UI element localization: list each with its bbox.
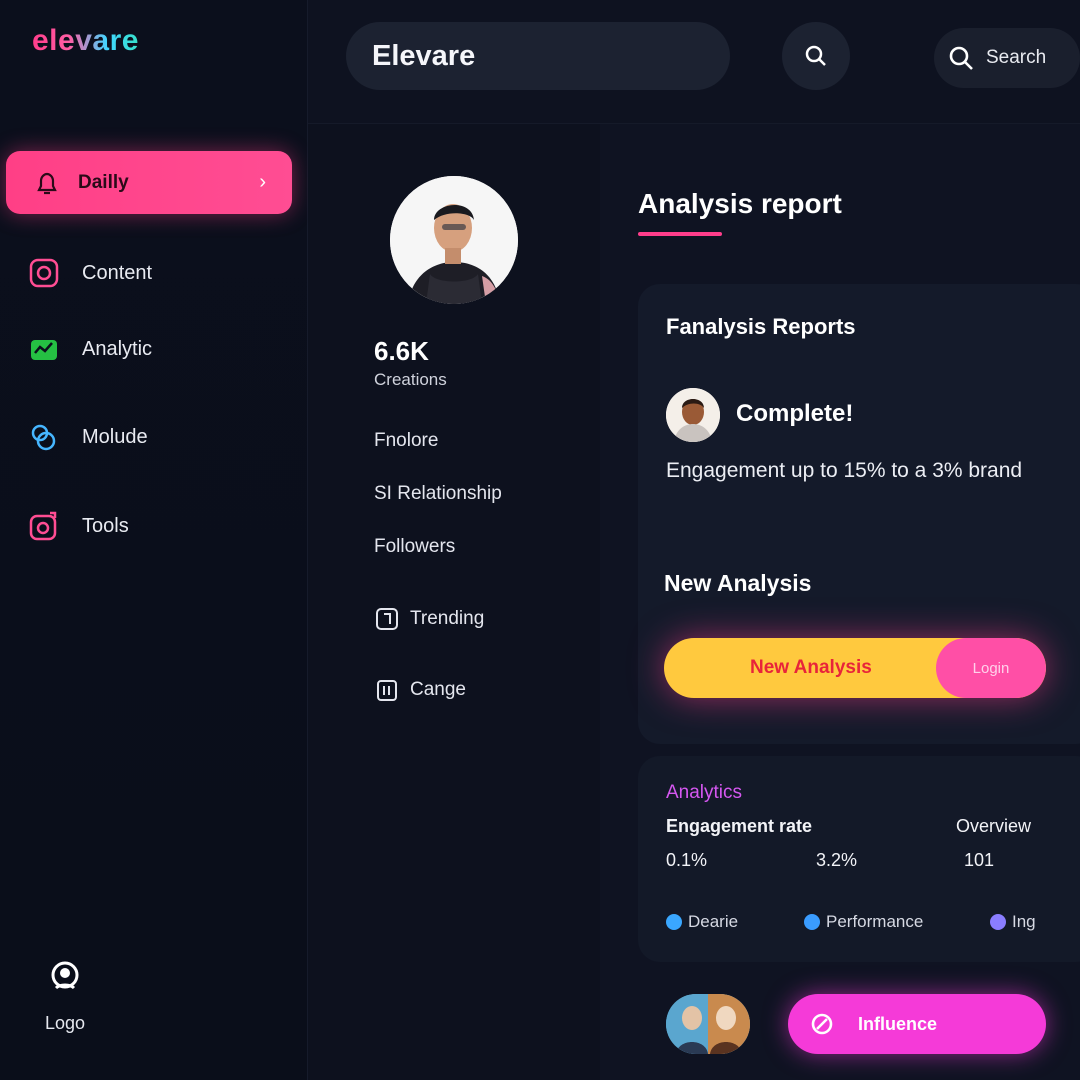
sidebar-item-content[interactable]: Content	[28, 253, 288, 293]
profile-link-trending[interactable]: Trending	[374, 606, 484, 632]
overview-header: Overview	[956, 816, 1032, 836]
chevron-right-icon: ›	[259, 171, 266, 193]
tools-icon	[28, 510, 60, 542]
search-button[interactable]	[782, 22, 850, 90]
report-card-title: Fanalysis Reports	[666, 314, 856, 339]
legend-item-2: Performance	[804, 912, 923, 932]
new-analysis-heading: New Analysis	[664, 570, 812, 596]
second-metric-value: 3.2%	[816, 850, 858, 870]
group-avatar[interactable]	[666, 994, 750, 1054]
search-menu-label: Search	[986, 47, 1047, 68]
engagement-rate-header: Engagement rate	[666, 816, 813, 836]
engagement-rate-value: 0.1%	[666, 850, 708, 870]
legend-item-3: Ing	[990, 912, 1036, 932]
document-icon	[374, 606, 400, 632]
clipboard-icon	[374, 677, 400, 703]
search-input[interactable]: Elevare	[346, 22, 730, 90]
influence-button[interactable]: Influence	[788, 994, 1046, 1054]
title-underline	[638, 232, 722, 236]
legend-dot	[666, 914, 682, 930]
sidebar-footer[interactable]: Logo	[30, 960, 100, 1034]
avatar[interactable]	[390, 176, 518, 304]
user-circle-icon	[48, 960, 82, 994]
module-icon	[28, 421, 60, 453]
main-content: Analysis report Fanalysis Reports Comple…	[600, 124, 1080, 1080]
complete-status: Complete!	[736, 400, 854, 427]
sidebar-item-label: Content	[82, 261, 153, 284]
sidebar-item-label: Dailly	[78, 171, 129, 193]
legend-item-1: Dearie	[666, 912, 738, 932]
legend-dot	[804, 914, 820, 930]
report-card: Fanalysis Reports Complete! Engagement u…	[638, 284, 1080, 744]
top-bar: Elevare Search	[308, 0, 1080, 124]
profile-link-label: Trending	[410, 608, 485, 629]
page-title: Analysis report	[638, 188, 842, 219]
report-description: Engagement up to 15% to a 3% brand	[666, 459, 1023, 482]
analytics-icon	[28, 333, 60, 365]
search-icon	[946, 43, 976, 73]
profile-link-2[interactable]: SI Relationship	[374, 483, 502, 505]
overview-value: 101	[964, 850, 995, 870]
stat-label: Creations	[374, 370, 447, 389]
content-icon	[28, 257, 60, 289]
new-analysis-button-label: New Analysis	[750, 657, 872, 678]
analytics-card: Analytics Engagement rate Overview 0.1% …	[638, 756, 1080, 962]
sidebar-item-label: Molude	[82, 425, 148, 448]
sidebar-footer-label: Logo	[44, 1013, 86, 1033]
profile-link-1[interactable]: Fnolore	[374, 430, 438, 452]
analytics-heading: Analytics	[666, 782, 743, 803]
login-button-label: Login	[972, 659, 1010, 677]
circle-icon	[810, 1012, 834, 1036]
sidebar: elevare Dailly › Content Analytic Molude…	[0, 0, 308, 1080]
sidebar-item-daily[interactable]: Dailly ›	[6, 151, 292, 214]
profile-panel: 6.6K Creations Fnolore SI Relationship F…	[308, 124, 600, 1080]
app-logo: elevare	[32, 24, 139, 57]
legend-label: Performance	[826, 912, 924, 931]
profile-link-cange[interactable]: Cange	[374, 677, 466, 703]
search-icon	[802, 42, 830, 70]
sidebar-item-analytic[interactable]: Analytic	[28, 329, 288, 369]
search-value: Elevare	[372, 39, 476, 72]
influence-button-label: Influence	[858, 1013, 938, 1034]
new-analysis-button[interactable]: New Analysis Login	[664, 638, 1046, 698]
profile-link-3[interactable]: Followers	[374, 536, 455, 558]
legend-label: Dearie	[688, 912, 739, 931]
bell-icon	[34, 170, 60, 196]
sidebar-item-label: Analytic	[82, 337, 153, 360]
legend-label: Ing	[1012, 912, 1036, 931]
sidebar-item-tools[interactable]: Tools	[28, 506, 288, 546]
stat-value: 6.6K	[374, 336, 429, 366]
profile-link-label: Cange	[410, 679, 466, 700]
login-button[interactable]: Login	[936, 638, 1046, 698]
legend-dot	[990, 914, 1006, 930]
report-avatar	[666, 388, 720, 442]
search-menu-button[interactable]: Search	[934, 28, 1080, 88]
sidebar-item-module[interactable]: Molude	[28, 417, 288, 457]
sidebar-item-label: Tools	[82, 514, 129, 537]
